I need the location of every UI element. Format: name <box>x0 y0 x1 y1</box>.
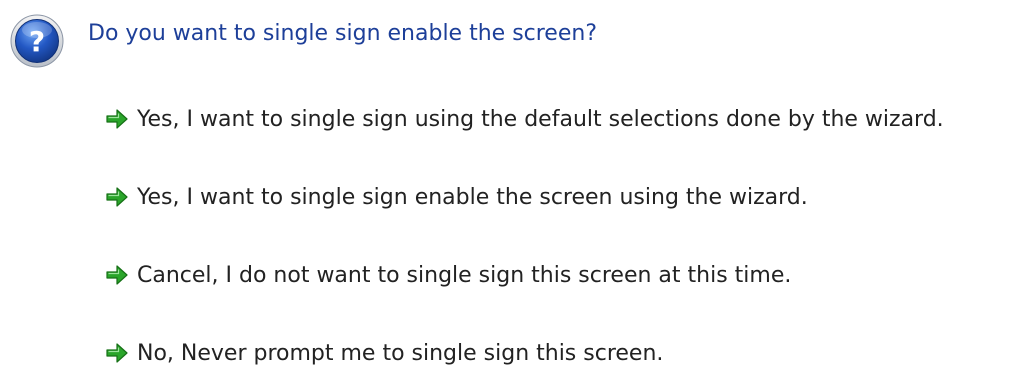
option-label: Cancel, I do not want to single sign thi… <box>137 262 792 288</box>
green-arrow-icon <box>106 343 128 363</box>
option-label: No, Never prompt me to single sign this … <box>137 340 664 366</box>
question-icon: ? <box>10 14 64 68</box>
green-arrow-icon <box>106 265 128 285</box>
option-default-selections[interactable]: Yes, I want to single sign using the def… <box>105 80 944 158</box>
question-row: ? Do you want to single sign enable the … <box>10 14 597 68</box>
option-cancel[interactable]: Cancel, I do not want to single sign thi… <box>105 236 944 314</box>
svg-text:?: ? <box>29 25 45 58</box>
options-list: Yes, I want to single sign using the def… <box>105 80 944 392</box>
option-never-prompt[interactable]: No, Never prompt me to single sign this … <box>105 314 944 392</box>
option-use-wizard[interactable]: Yes, I want to single sign enable the sc… <box>105 158 944 236</box>
option-label: Yes, I want to single sign enable the sc… <box>137 184 808 210</box>
green-arrow-icon <box>106 187 128 207</box>
question-text: Do you want to single sign enable the sc… <box>88 21 597 46</box>
single-sign-prompt-dialog: ? Do you want to single sign enable the … <box>0 0 1024 366</box>
option-label: Yes, I want to single sign using the def… <box>137 106 944 132</box>
green-arrow-icon <box>106 109 128 129</box>
